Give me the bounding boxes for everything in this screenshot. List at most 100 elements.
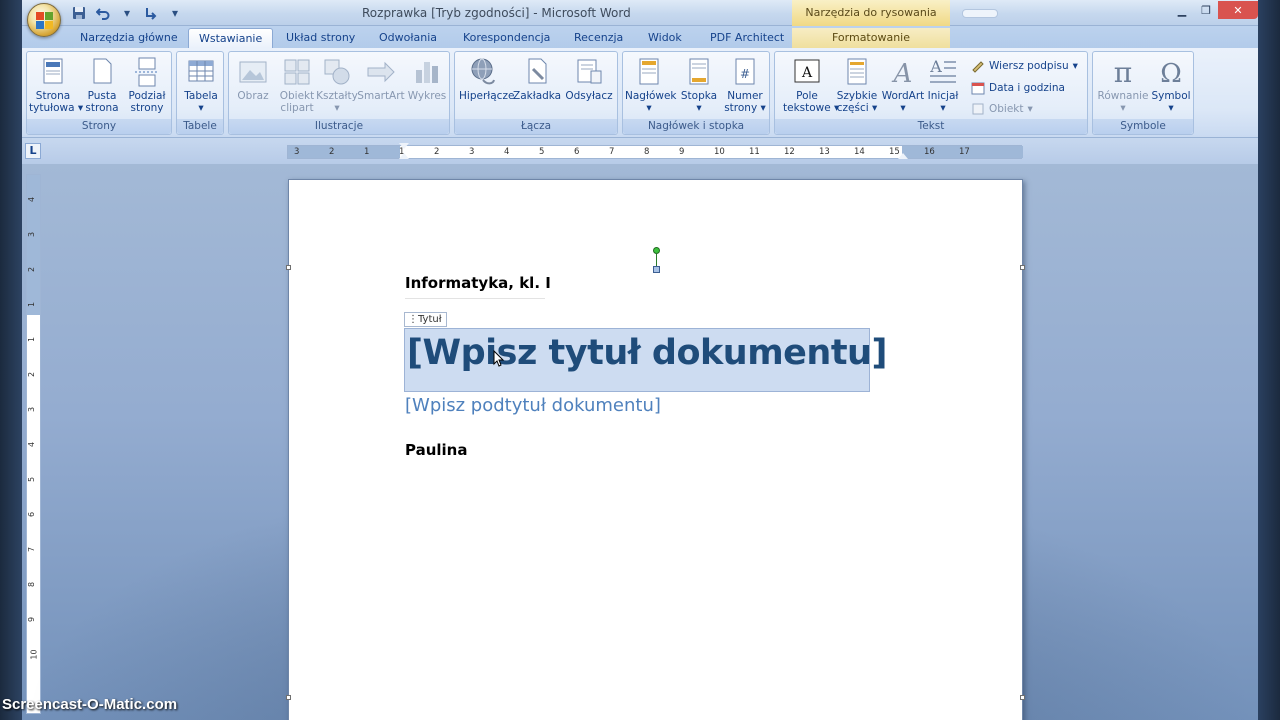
shape-handle-bottom-left[interactable]: [286, 695, 291, 700]
footer-icon: [689, 58, 709, 85]
ruler-tick: 14: [854, 147, 865, 157]
calendar-icon: [971, 82, 985, 95]
smartart-icon: [367, 61, 395, 83]
left-indent-handle[interactable]: [399, 153, 409, 159]
symbol-button[interactable]: Ω Symbol ▾: [1147, 56, 1195, 114]
group-label-pages: Strony: [27, 119, 171, 134]
date-time-button[interactable]: Data i godzina: [971, 79, 1065, 97]
picture-button[interactable]: Obraz: [229, 56, 277, 102]
tab-view[interactable]: Widok: [638, 28, 692, 48]
document-title[interactable]: [Wpisz tytuł dokumentu]: [407, 333, 887, 373]
group-text: A Pole tekstowe ▾ Szybkie części ▾ A Wor…: [774, 51, 1088, 135]
ruler-tick: 1: [27, 336, 37, 343]
mouse-cursor-icon: [493, 350, 505, 367]
office-button[interactable]: [27, 3, 61, 37]
document-workspace: 4 3 2 1 1 2 3 4 5 6 7 8 9 10 Informatyka, kl. I ⋮Tytu…: [22, 164, 1258, 720]
shapes-button[interactable]: Kształty ▾: [313, 56, 361, 114]
tab-selector[interactable]: L: [25, 143, 41, 159]
group-header-footer: Nagłówek ▾ Stopka ▾ # Numer strony ▾ Nag…: [622, 51, 770, 135]
first-line-indent-handle[interactable]: [399, 143, 409, 149]
ruler-tick: 3: [469, 147, 475, 157]
rotation-handle[interactable]: [653, 247, 660, 254]
dropdown-arrow-icon[interactable]: ▾: [118, 4, 136, 22]
watermark-text: Screencast-O-Matic.com: [2, 696, 178, 713]
redo-icon[interactable]: [142, 4, 160, 22]
signature-line-button[interactable]: Wiersz podpisu ▾: [971, 57, 1078, 75]
svg-text:A: A: [892, 59, 913, 88]
shape-handle-top[interactable]: [653, 266, 660, 273]
text-box-button[interactable]: A Pole tekstowe ▾: [783, 56, 839, 114]
minimize-icon[interactable]: ▁: [1170, 1, 1194, 19]
customize-toolbar-icon[interactable]: ▾: [166, 4, 184, 22]
bookmark-icon: [528, 58, 547, 84]
header-button[interactable]: Nagłówek ▾: [625, 56, 677, 114]
ruler-tick: 2: [27, 371, 37, 378]
horizontal-ruler[interactable]: 3 2 1 1 2 3 4 5 6 7 8 9 10 11 12 13 14 15 16 17: [287, 145, 1023, 159]
page-break-button[interactable]: Podział strony: [123, 56, 171, 114]
right-indent-handle[interactable]: [898, 153, 908, 159]
title-content-control[interactable]: [Wpisz tytuł dokumentu]: [404, 328, 887, 392]
tab-insert[interactable]: Wstawianie: [188, 28, 274, 48]
tab-mailings[interactable]: Korespondencja: [453, 28, 560, 48]
company-field[interactable]: Informatyka, kl. I: [405, 274, 551, 292]
ruler-tick: 4: [27, 196, 37, 203]
drop-cap-icon: A: [929, 57, 956, 83]
page-number-icon: #: [735, 58, 755, 85]
tab-references[interactable]: Odwołania: [369, 28, 447, 48]
quick-access-toolbar: ▾ ▾: [70, 4, 184, 22]
vertical-ruler[interactable]: 4 3 2 1 1 2 3 4 5 6 7 8 9 10: [26, 174, 41, 714]
group-label-links: Łącza: [455, 119, 617, 134]
pi-icon: π: [1114, 56, 1132, 88]
group-label-tables: Tabele: [177, 119, 223, 134]
group-illustrations: Obraz Obiekt clipart Kształty ▾ SmartArt…: [228, 51, 450, 135]
cover-page-button[interactable]: Strona tytułowa ▾: [29, 56, 83, 114]
table-button[interactable]: Tabela ▾: [177, 56, 225, 114]
tab-format[interactable]: Formatowanie: [792, 28, 950, 48]
ruler-tick: 6: [574, 147, 580, 157]
company-underline: [405, 298, 545, 299]
tab-home[interactable]: Narzędzia główne: [70, 28, 188, 48]
blank-page-button[interactable]: Pusta strona: [78, 56, 126, 114]
equation-button[interactable]: π Równanie ▾: [1095, 56, 1151, 114]
clipart-icon: [284, 59, 310, 85]
ruler-tick: 8: [644, 147, 650, 157]
shape-handle-right[interactable]: [1020, 265, 1025, 270]
blank-page-icon: [93, 58, 112, 84]
ruler-tick: 12: [784, 147, 795, 157]
chart-button[interactable]: Wykres: [403, 56, 451, 102]
document-author[interactable]: Paulina: [405, 441, 467, 459]
svg-text:#: #: [740, 67, 750, 81]
page-number-button[interactable]: # Numer strony ▾: [721, 56, 769, 114]
undo-icon[interactable]: [94, 4, 112, 22]
left-edge: [0, 0, 22, 720]
document-page[interactable]: Informatyka, kl. I ⋮Tytuł [Wpisz tytuł d…: [286, 179, 1025, 720]
close-icon[interactable]: ✕: [1218, 1, 1258, 19]
cross-reference-button[interactable]: Odsyłacz: [565, 56, 613, 102]
content-control-tag[interactable]: ⋮Tytuł: [404, 312, 447, 327]
tab-pdf-architect[interactable]: PDF Architect: [700, 28, 794, 48]
shape-handle-bottom-right[interactable]: [1020, 695, 1025, 700]
maximize-icon[interactable]: ❐: [1194, 1, 1218, 19]
bookmark-button[interactable]: Zakładka: [513, 56, 561, 102]
tab-review[interactable]: Recenzja: [564, 28, 633, 48]
footer-button[interactable]: Stopka ▾: [675, 56, 723, 114]
drop-cap-button[interactable]: A Inicjał ▾: [923, 56, 963, 114]
save-icon[interactable]: [70, 4, 88, 22]
ruler-tick: 11: [749, 147, 760, 157]
signature-line-icon: [972, 61, 984, 73]
tab-page-layout[interactable]: Układ strony: [276, 28, 365, 48]
chart-icon: [416, 62, 438, 83]
shape-handle-left[interactable]: [286, 265, 291, 270]
text-box-icon: A: [794, 59, 820, 83]
smartart-button[interactable]: SmartArt: [357, 56, 405, 102]
document-subtitle[interactable]: [Wpisz podtytuł dokumentu]: [405, 395, 661, 416]
ribbon: Strona tytułowa ▾ Pusta strona Podział s…: [22, 48, 1258, 138]
wordart-button[interactable]: A WordArt ▾: [879, 56, 927, 114]
hyperlink-button[interactable]: Hiperłącze: [459, 56, 514, 102]
window-controls: ▁ ❐ ✕: [1170, 1, 1258, 19]
quick-parts-button[interactable]: Szybkie części ▾: [833, 56, 881, 114]
ruler-left-margin: [288, 146, 400, 158]
object-button[interactable]: Obiekt ▾: [971, 100, 1033, 118]
ruler-tick: 2: [434, 147, 440, 157]
ruler-tick: 6: [27, 511, 37, 518]
